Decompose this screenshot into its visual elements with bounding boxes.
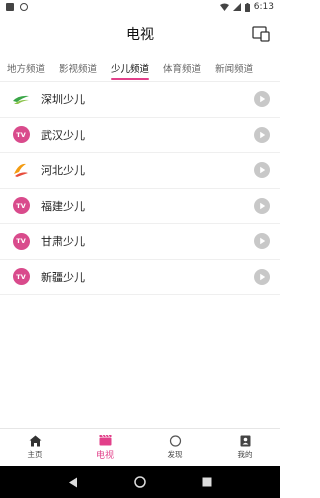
- home-icon: [29, 435, 41, 447]
- discover-icon: [169, 435, 181, 447]
- tv-badge: TV: [12, 268, 30, 286]
- status-bar: 6:13: [0, 0, 280, 14]
- tv-badge-icon: TV: [12, 126, 30, 144]
- list-item[interactable]: 深圳少儿: [0, 82, 280, 118]
- channel-list: 深圳少儿 TV 武汉少儿 河北少儿 TV 福建少儿 TV 甘肃少儿 TV 新疆少…: [0, 82, 280, 295]
- signal-icon: [232, 3, 241, 11]
- tv-badge-icon: TV: [12, 268, 30, 286]
- back-icon[interactable]: [68, 477, 78, 488]
- tab-label: 少儿频道: [111, 63, 150, 75]
- home-button-icon[interactable]: [134, 476, 146, 488]
- tv-badge: TV: [12, 232, 30, 250]
- play-icon[interactable]: [254, 91, 270, 108]
- tv-badge: TV: [12, 126, 30, 144]
- nav-label: 主页: [27, 450, 43, 459]
- status-time: 6:13: [253, 2, 274, 12]
- system-nav-bar: [0, 466, 280, 498]
- notification-circle-icon: [20, 3, 28, 11]
- play-icon[interactable]: [254, 162, 270, 179]
- tab-film[interactable]: 影视频道: [52, 54, 104, 81]
- notification-square-icon: [6, 3, 14, 11]
- channel-name: 甘肃少儿: [41, 235, 85, 249]
- list-item[interactable]: TV 福建少儿: [0, 189, 280, 224]
- play-icon[interactable]: [254, 126, 270, 143]
- channel-tabs: 地方频道 影视频道 少儿频道 体育频道 新闻频道: [0, 54, 280, 82]
- nav-profile[interactable]: 我的: [210, 429, 280, 466]
- tab-label: 新闻频道: [215, 63, 254, 75]
- tab-sports[interactable]: 体育频道: [156, 54, 208, 81]
- nav-label: 电视: [95, 451, 114, 461]
- play-icon[interactable]: [254, 197, 270, 214]
- status-left: [6, 3, 28, 11]
- screen-cast-icon[interactable]: [252, 26, 270, 42]
- list-item[interactable]: TV 新疆少儿: [0, 260, 280, 295]
- tab-kids[interactable]: 少儿频道: [104, 54, 156, 81]
- hebei-logo-icon: [12, 161, 30, 179]
- play-icon[interactable]: [254, 268, 270, 285]
- channel-name: 福建少儿: [41, 199, 85, 213]
- nav-discover[interactable]: 发现: [140, 429, 210, 466]
- nav-label: 我的: [237, 450, 253, 459]
- page-title: 电视: [126, 27, 154, 43]
- clapperboard-icon: [99, 434, 111, 446]
- list-item[interactable]: TV 甘肃少儿: [0, 224, 280, 260]
- nav-home[interactable]: 主页: [0, 429, 70, 466]
- recents-icon[interactable]: [202, 477, 212, 487]
- tab-local[interactable]: 地方频道: [0, 54, 52, 81]
- channel-name: 深圳少儿: [41, 93, 85, 107]
- list-item[interactable]: TV 武汉少儿: [0, 118, 280, 153]
- bottom-nav: 主页 电视 发现 我的: [0, 428, 280, 466]
- list-item[interactable]: 河北少儿: [0, 153, 280, 189]
- status-right: 6:13: [219, 2, 274, 12]
- app-header: 电视: [0, 14, 280, 54]
- tv-badge: TV: [12, 197, 30, 215]
- tab-label: 体育频道: [163, 63, 202, 75]
- nav-label: 发现: [167, 450, 183, 459]
- channel-name: 武汉少儿: [41, 128, 85, 142]
- channel-name: 新疆少儿: [41, 270, 85, 284]
- play-icon[interactable]: [254, 233, 270, 250]
- nav-tv[interactable]: 电视: [70, 429, 140, 466]
- profile-icon: [240, 435, 250, 447]
- tab-news[interactable]: 新闻频道: [208, 54, 260, 81]
- battery-icon: [244, 2, 250, 12]
- channel-name: 河北少儿: [41, 164, 85, 178]
- shenzhen-logo-icon: [12, 90, 30, 108]
- tv-badge-icon: TV: [12, 197, 30, 215]
- tv-badge-icon: TV: [12, 232, 30, 250]
- wifi-icon: [219, 3, 229, 11]
- tab-label: 影视频道: [59, 63, 98, 75]
- tab-label: 地方频道: [7, 63, 46, 75]
